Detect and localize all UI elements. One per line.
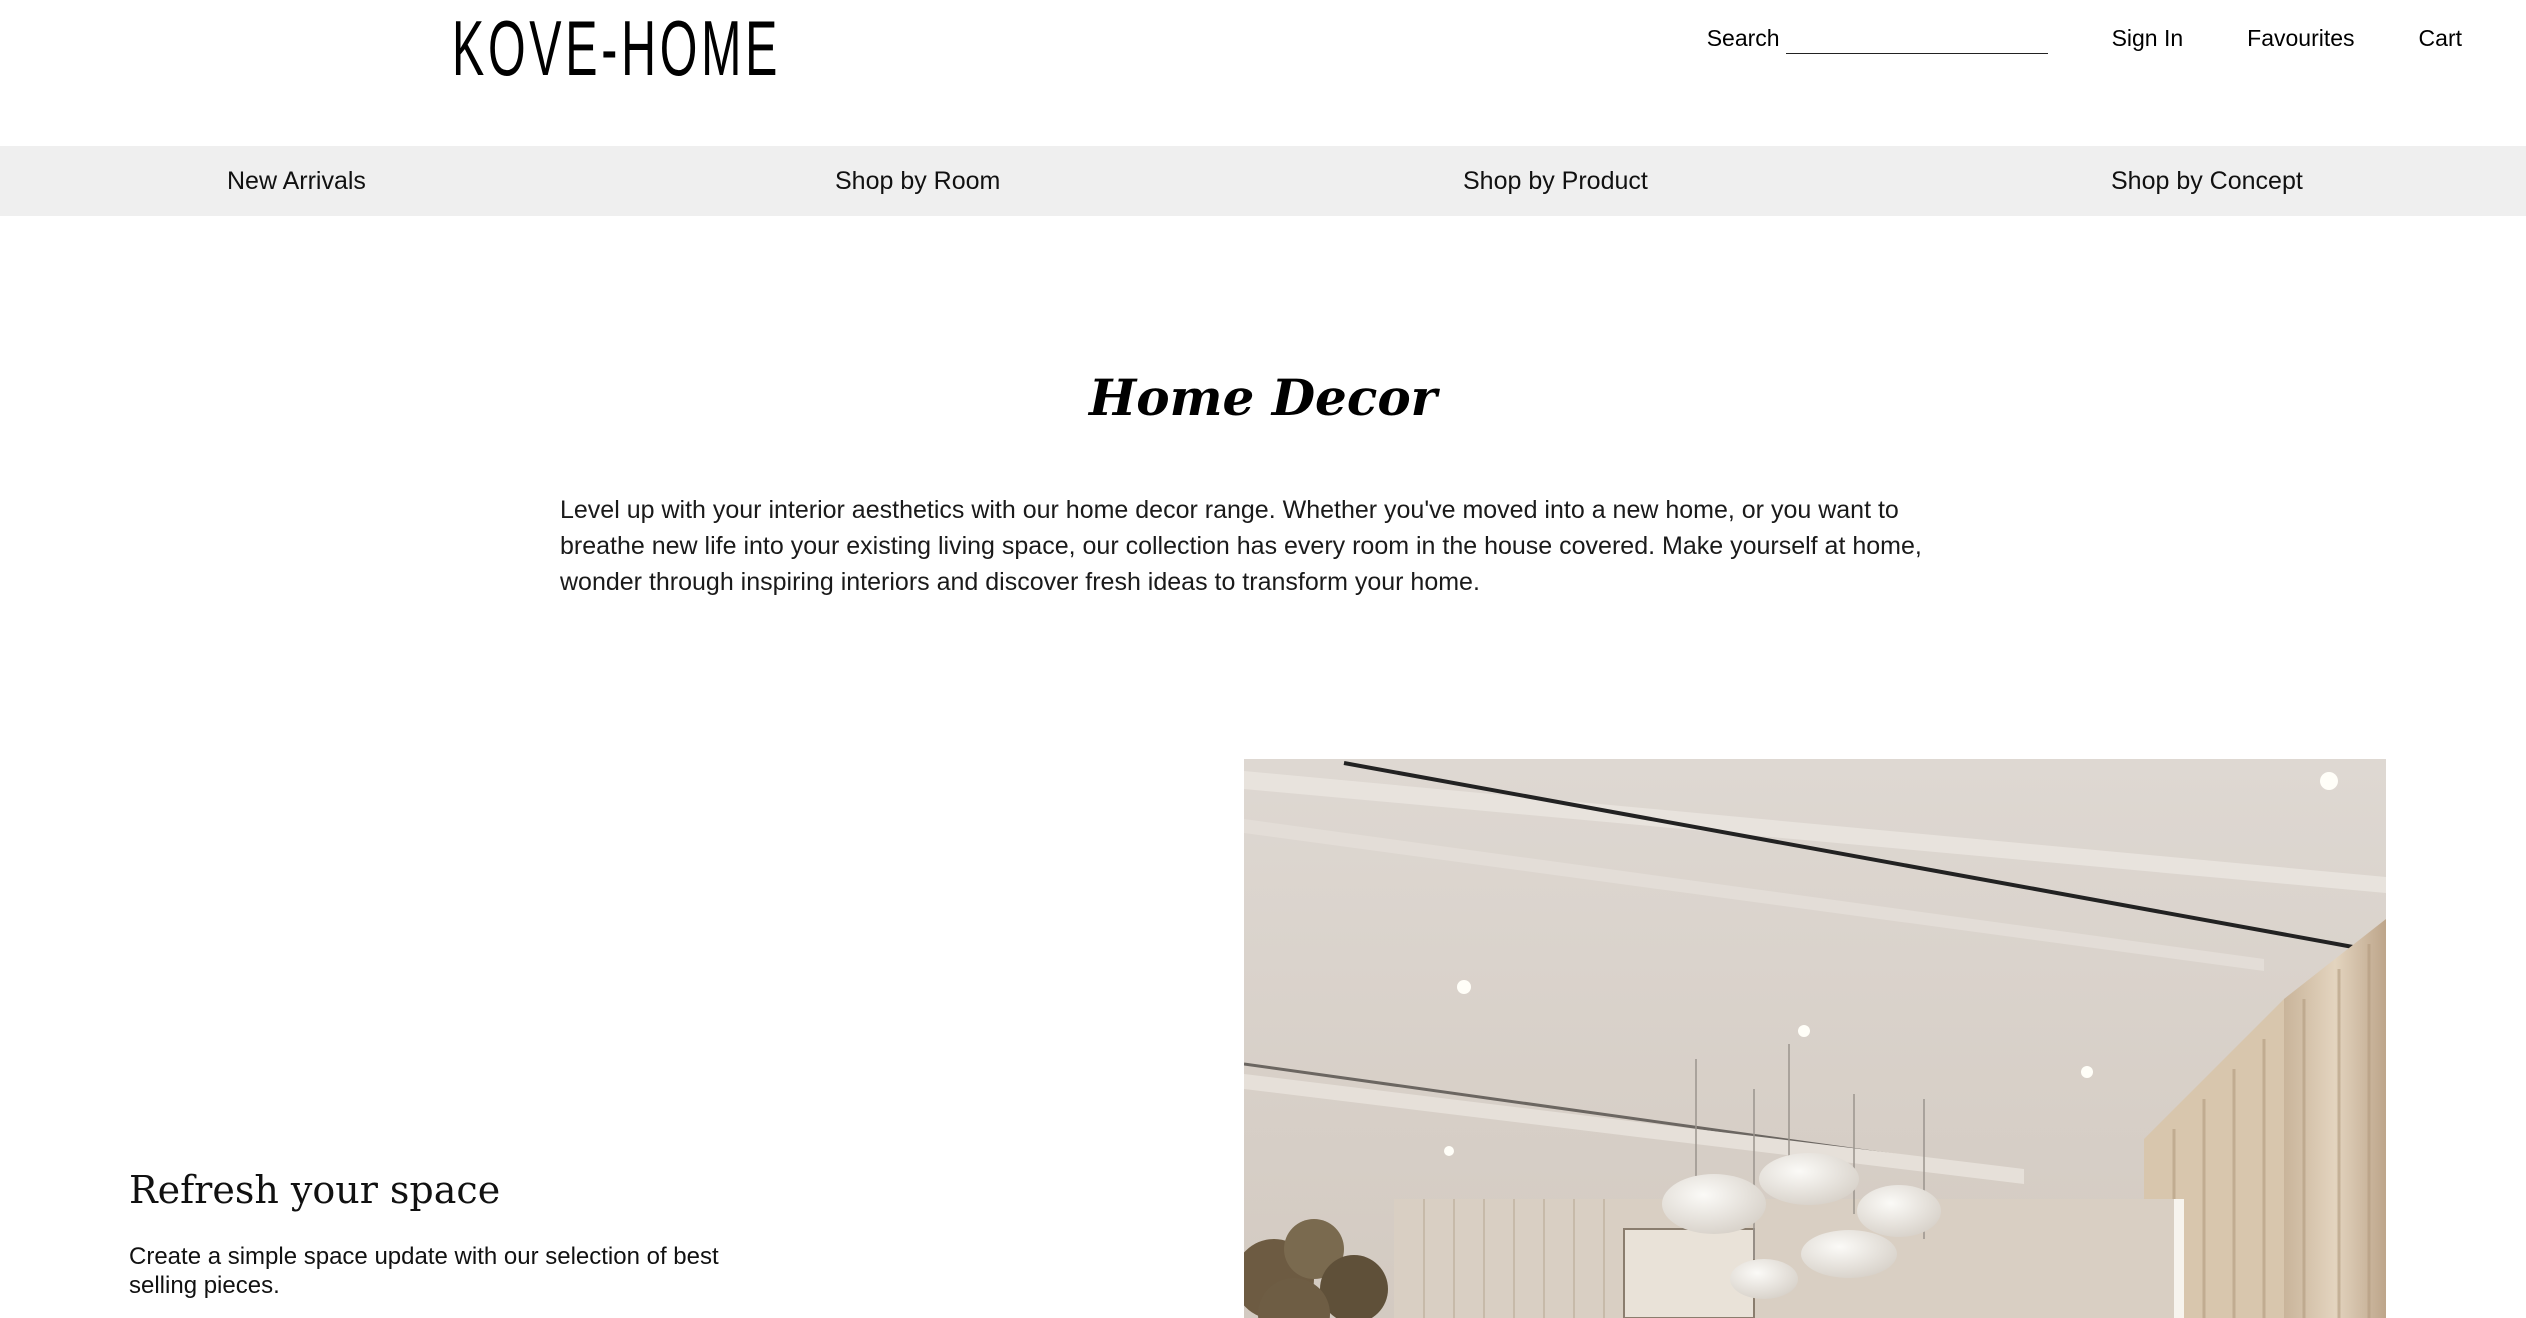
nav-item-shop-by-room[interactable]: Shop by Room bbox=[835, 146, 1000, 216]
nav-item-shop-by-product[interactable]: Shop by Product bbox=[1463, 146, 1648, 216]
search-input[interactable] bbox=[1785, 22, 2048, 54]
intro-paragraph: Level up with your interior aesthetics w… bbox=[560, 496, 1922, 596]
search-label: Search bbox=[1706, 24, 1780, 51]
main-navigation: New Arrivals Shop by Room Shop by Produc… bbox=[0, 146, 2526, 216]
header-utility-links: Search Sign In Favourites Cart bbox=[1707, 22, 2462, 54]
favourites-link[interactable]: Favourites bbox=[2247, 25, 2354, 52]
promo-image-interior[interactable] bbox=[1244, 759, 2386, 1318]
promo-heading: Refresh your space bbox=[129, 1168, 501, 1212]
interior-illustration bbox=[1244, 759, 2386, 1318]
search-box: Search bbox=[1706, 22, 2048, 54]
nav-item-shop-by-concept[interactable]: Shop by Concept bbox=[2111, 146, 2303, 216]
brand-logo[interactable]: KOVE-HOME bbox=[452, 4, 777, 92]
cart-link[interactable]: Cart bbox=[2419, 25, 2462, 52]
promo-description: Create a simple space update with our se… bbox=[129, 1243, 719, 1299]
nav-item-new-arrivals[interactable]: New Arrivals bbox=[227, 146, 366, 216]
page-title: Home Decor bbox=[1088, 368, 1438, 427]
sign-in-link[interactable]: Sign In bbox=[2112, 25, 2184, 52]
